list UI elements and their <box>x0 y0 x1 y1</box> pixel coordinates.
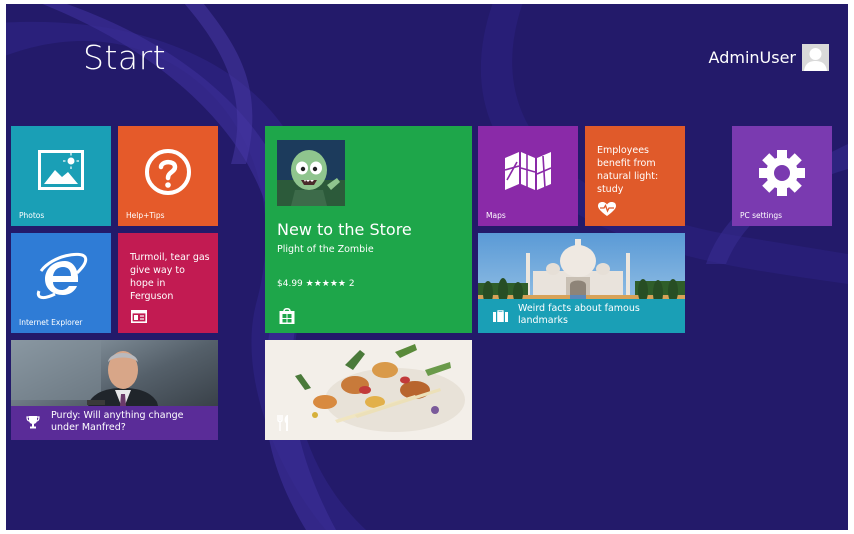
food-photo <box>265 340 472 440</box>
zombie-app-image <box>277 140 345 206</box>
photos-icon <box>38 150 84 190</box>
maps-tile[interactable]: Maps <box>478 126 578 226</box>
help-tips-tile[interactable]: Help+Tips <box>118 126 218 226</box>
health-tile[interactable]: Employees benefit from natural light: st… <box>585 126 685 226</box>
user-name[interactable]: AdminUser <box>709 48 796 67</box>
sports-tile[interactable]: Purdy: Will anything change under Manfre… <box>11 340 218 440</box>
travel-headline: Weird facts about famous landmarks <box>518 303 640 326</box>
start-screen: Start AdminUser Photos Help+Tips Interne… <box>6 4 848 530</box>
internet-explorer-tile[interactable]: Internet Explorer <box>11 233 111 333</box>
help-tips-label: Help+Tips <box>126 211 165 220</box>
photos-label: Photos <box>19 211 45 220</box>
heart-pulse-icon <box>598 202 616 216</box>
travel-tile[interactable]: Weird facts about famous landmarks <box>478 233 685 333</box>
internet-explorer-icon <box>36 252 88 300</box>
sports-headline: Purdy: Will anything change under Manfre… <box>51 410 184 433</box>
photos-tile[interactable]: Photos <box>11 126 111 226</box>
fork-knife-icon <box>277 415 288 431</box>
store-bag-icon <box>279 307 295 324</box>
maps-icon <box>504 152 552 190</box>
store-heading: New to the Store <box>277 220 412 239</box>
pc-settings-tile[interactable]: PC settings <box>732 126 832 226</box>
travel-overlay: Weird facts about famous landmarks <box>478 299 685 333</box>
suitcase-icon <box>493 310 508 322</box>
store-app-name: Plight of the Zombie <box>277 244 374 255</box>
trophy-icon <box>26 416 40 429</box>
user-silhouette-icon <box>804 48 827 71</box>
food-tile[interactable] <box>265 340 472 440</box>
pc-settings-label: PC settings <box>740 211 783 220</box>
news-tile[interactable]: Turmoil, tear gas give way to hope in Fe… <box>118 233 218 333</box>
news-headline: Turmoil, tear gas give way to hope in Fe… <box>130 252 210 302</box>
store-tile[interactable]: New to the Store Plight of the Zombie $4… <box>265 126 472 333</box>
avatar[interactable] <box>802 44 829 71</box>
internet-explorer-label: Internet Explorer <box>19 318 83 327</box>
question-icon <box>145 149 191 195</box>
page-title: Start <box>83 38 167 77</box>
news-icon <box>131 310 147 323</box>
gear-icon <box>759 150 805 196</box>
store-price-rating: $4.99 ★★★★★ 2 <box>277 279 355 289</box>
sports-overlay: Purdy: Will anything change under Manfre… <box>11 406 218 440</box>
maps-label: Maps <box>486 211 506 220</box>
health-headline: Employees benefit from natural light: st… <box>597 145 659 195</box>
